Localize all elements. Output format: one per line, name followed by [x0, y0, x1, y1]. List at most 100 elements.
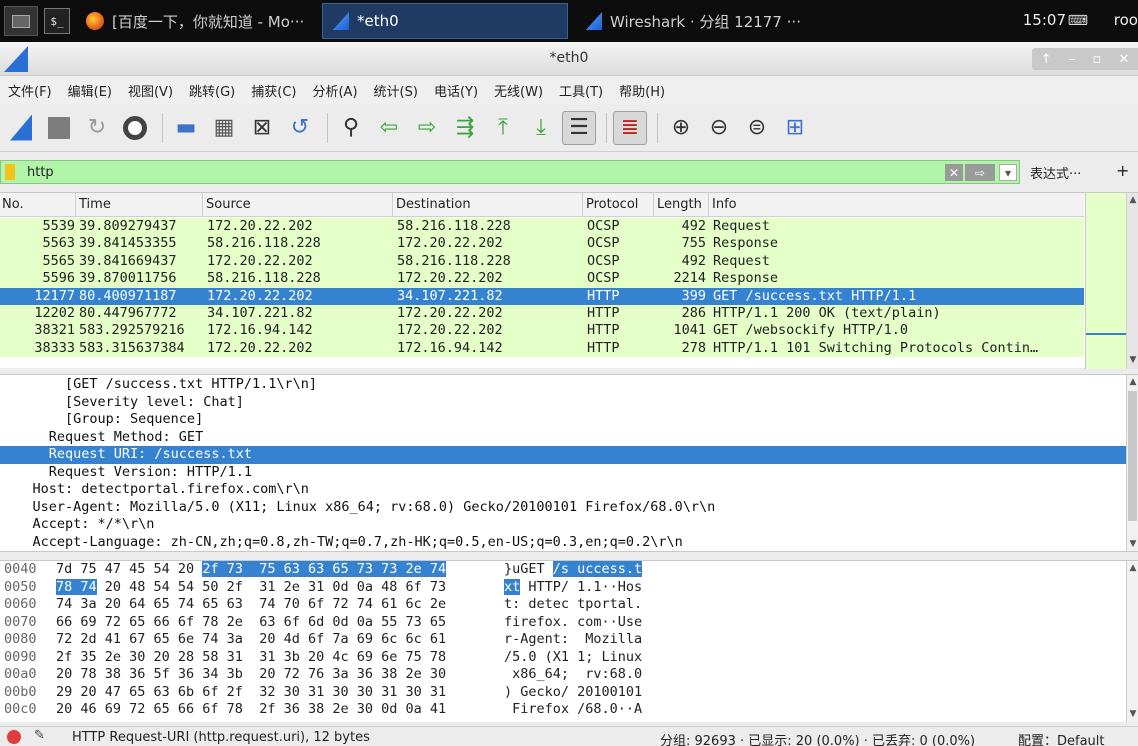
hex-row[interactable]: 0080 72 2d 41 67 65 6e 74 3a 20 4d 6f 7a … — [0, 631, 1138, 649]
col-no[interactable]: No. — [2, 197, 24, 212]
go-back-icon[interactable]: ⇦ — [372, 111, 406, 145]
zoom-out-icon[interactable]: ⊖ — [702, 111, 736, 145]
detail-line[interactable]: Request Method: GET — [0, 429, 1138, 447]
menu-edit[interactable]: 编辑(E) — [60, 81, 120, 100]
scroll-down-icon[interactable]: ▼ — [1127, 539, 1138, 551]
packet-row[interactable]: 38333 583.315637384 172.20.22.202 172.16.94… — [0, 339, 1084, 358]
expert-info-icon[interactable] — [7, 730, 21, 744]
col-destination[interactable]: Destination — [396, 197, 471, 212]
find-packet-icon[interactable]: ⚲ — [334, 111, 368, 145]
packet-row[interactable]: 5539 39.809279437 172.20.22.202 58.216.118.… — [0, 218, 1084, 236]
detail-line[interactable]: Accept-Language: zh-CN,zh;q=0.8,zh-TW;q=… — [0, 534, 1138, 552]
clock[interactable]: 15:07 — [1023, 11, 1066, 29]
menu-analyze[interactable]: 分析(A) — [304, 81, 365, 100]
menu-help[interactable]: 帮助(H) — [611, 81, 673, 100]
filter-history-dropdown[interactable]: ▾ — [999, 164, 1017, 181]
detail-line[interactable]: Request URI: /success.txt — [0, 446, 1138, 464]
menu-telephony[interactable]: 电话(Y) — [426, 81, 486, 100]
taskbar-task-firefox[interactable]: [百度一下，你就知道 - Mo··· — [78, 3, 314, 39]
col-info[interactable]: Info — [712, 197, 737, 212]
detail-line[interactable]: User-Agent: Mozilla/5.0 (X11; Linux x86_… — [0, 499, 1138, 517]
resize-columns-icon[interactable]: ⊞ — [778, 111, 812, 145]
hex-row[interactable]: 0050 78 74 20 48 54 54 50 2f 31 2e 31 0d … — [0, 578, 1138, 597]
hex-row[interactable]: 00c0 20 46 69 72 65 66 6f 78 2f 36 38 2e … — [0, 701, 1138, 719]
menu-file[interactable]: 文件(F) — [0, 81, 60, 100]
clear-filter-icon[interactable]: ✕ — [945, 164, 963, 181]
detail-line[interactable]: Request Version: HTTP/1.1 — [0, 464, 1138, 482]
keyboard-icon[interactable]: ⌨ — [1068, 13, 1088, 29]
go-first-packet-icon[interactable]: ⤒ — [486, 111, 520, 145]
window-minimize-icon[interactable]: – — [1069, 52, 1076, 67]
col-length[interactable]: Length — [657, 197, 702, 212]
bookmark-icon[interactable] — [5, 164, 15, 180]
go-to-packet-icon[interactable]: ⇶ — [448, 111, 482, 145]
scroll-down-icon[interactable]: ▼ — [1127, 355, 1138, 367]
menu-capture[interactable]: 捕获(C) — [243, 81, 304, 100]
bytes-scrollbar[interactable]: ▲ ▼ — [1126, 561, 1138, 722]
taskbar-task-packet[interactable]: Wireshark · 分组 12177 ··· — [576, 3, 822, 39]
cell-info: HTTP/1.1 200 OK (text/plain) — [713, 304, 941, 321]
hex-row[interactable]: 0040 7d 75 47 45 54 20 2f 73 75 63 63 65 … — [0, 561, 1138, 579]
detail-line[interactable]: [GET /success.txt HTTP/1.1\r\n] — [0, 376, 1138, 394]
apply-filter-icon[interactable]: ⇨ — [965, 164, 995, 181]
colorize-icon[interactable]: ≣ — [613, 110, 647, 145]
cell-dst: 172.20.22.202 — [397, 270, 503, 287]
packet-row[interactable]: 38321 583.292579216 172.16.94.142 172.20.22… — [0, 322, 1084, 340]
normal-size-icon[interactable]: ⊜ — [740, 111, 774, 145]
user-name[interactable]: roo — [1114, 11, 1138, 29]
menu-view[interactable]: 视图(V) — [120, 81, 181, 100]
packet-row[interactable]: 5565 39.841669437 172.20.22.202 58.216.118.… — [0, 252, 1084, 271]
start-capture-icon[interactable] — [4, 111, 38, 145]
window-maximize-icon[interactable]: ▫ — [1092, 52, 1101, 67]
close-file-icon[interactable]: ⊠ — [245, 111, 279, 145]
filter-expression-button[interactable]: 表达式··· — [1030, 163, 1081, 182]
menu-go[interactable]: 跳转(G) — [181, 81, 243, 100]
reload-file-icon[interactable]: ↺ — [283, 111, 317, 145]
status-profile[interactable]: 配置：Default — [1018, 730, 1105, 746]
hex-row[interactable]: 00a0 20 78 38 36 5f 36 34 3b 20 72 76 3a … — [0, 666, 1138, 684]
hex-row[interactable]: 0070 66 69 72 65 66 6f 78 2e 63 6f 6d 0d … — [0, 614, 1138, 632]
col-source[interactable]: Source — [206, 197, 251, 212]
details-scrollbar[interactable]: ▲ ▼ — [1126, 375, 1138, 551]
save-file-icon[interactable]: ▦ — [207, 111, 241, 145]
scroll-up-icon[interactable]: ▲ — [1127, 377, 1138, 389]
scroll-down-icon[interactable]: ▼ — [1127, 709, 1138, 721]
desktop-icon[interactable] — [4, 6, 38, 36]
packet-minimap[interactable] — [1085, 193, 1127, 369]
menu-tools[interactable]: 工具(T) — [551, 81, 611, 100]
hex-row[interactable]: 00b0 29 20 47 65 63 6b 6f 2f 32 30 31 30 … — [0, 684, 1138, 702]
packet-row[interactable]: 12202 80.447967772 34.107.221.82 172.20.22.… — [0, 304, 1084, 323]
col-time[interactable]: Time — [79, 197, 111, 212]
detail-line[interactable]: Accept: */*\r\n — [0, 516, 1138, 534]
stop-capture-icon[interactable] — [42, 111, 76, 145]
taskbar-task-eth0[interactable]: *eth0 — [322, 3, 568, 39]
scroll-up-icon[interactable]: ▲ — [1127, 563, 1138, 575]
menu-statistics[interactable]: 统计(S) — [366, 81, 426, 100]
add-filter-button[interactable]: + — [1116, 161, 1129, 180]
packet-list-scrollbar[interactable]: ▲ ▼ — [1126, 193, 1138, 369]
terminal-icon[interactable]: $_ — [44, 8, 70, 34]
detail-line[interactable]: [Group: Sequence] — [0, 411, 1138, 429]
capture-options-icon[interactable] — [118, 111, 152, 145]
hex-row[interactable]: 0060 74 3a 20 64 65 74 65 63 74 70 6f 72 … — [0, 596, 1138, 614]
col-protocol[interactable]: Protocol — [586, 197, 638, 212]
detail-line[interactable]: [Severity level: Chat] — [0, 394, 1138, 412]
hex-row[interactable]: 0090 2f 35 2e 30 20 28 58 31 31 3b 20 4c … — [0, 649, 1138, 667]
detail-line[interactable]: Host: detectportal.firefox.com\r\n — [0, 481, 1138, 499]
window-close-icon[interactable]: ✕ — [1118, 52, 1129, 67]
zoom-in-icon[interactable]: ⊕ — [664, 111, 698, 145]
restart-capture-icon[interactable]: ↻ — [80, 111, 114, 145]
open-file-icon[interactable]: ▬ — [169, 111, 203, 145]
autoscroll-icon[interactable]: ☰ — [562, 110, 596, 145]
scroll-thumb[interactable] — [1128, 391, 1137, 521]
menu-wireless[interactable]: 无线(W) — [486, 81, 551, 100]
window-up-icon[interactable]: ↑ — [1041, 52, 1052, 67]
packet-row[interactable]: 5563 39.841453355 58.216.118.228 172.20.22.… — [0, 235, 1084, 253]
scroll-up-icon[interactable]: ▲ — [1127, 195, 1138, 207]
go-forward-icon[interactable]: ⇨ — [410, 111, 444, 145]
go-last-packet-icon[interactable]: ⤓ — [524, 111, 558, 145]
packet-row[interactable]: 12177 80.400971187 172.20.22.202 34.107.221… — [0, 287, 1084, 305]
capture-comment-icon[interactable]: ✎ — [34, 728, 45, 743]
display-filter-input[interactable] — [27, 163, 927, 181]
packet-row[interactable]: 5596 39.870011756 58.216.118.228 172.20.22.… — [0, 270, 1084, 288]
